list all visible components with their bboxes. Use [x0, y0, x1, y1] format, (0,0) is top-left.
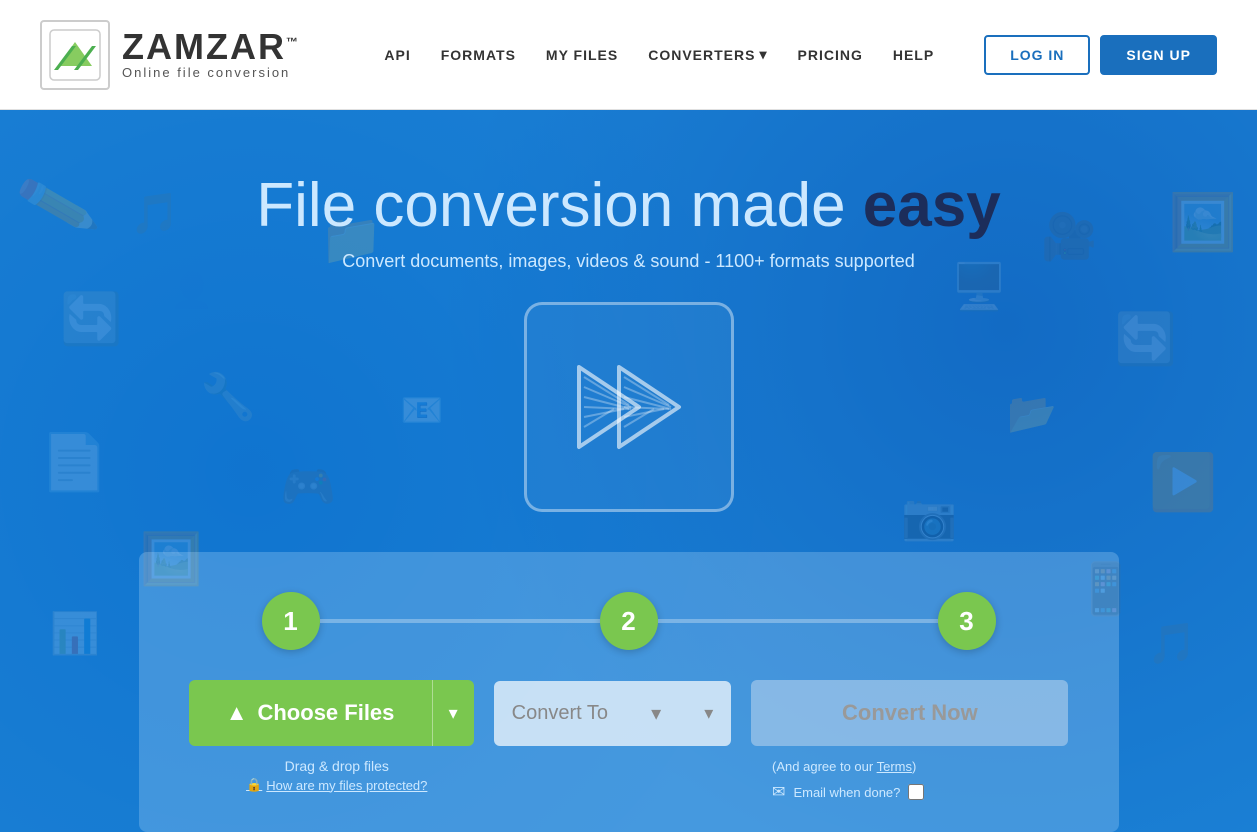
logo-icon [40, 20, 110, 90]
step-1-circle: 1 [262, 592, 320, 650]
convert-now-button[interactable]: Convert Now [751, 680, 1068, 746]
actions-row: ▲ Choose Files ▾ Convert To ▾ Convert No… [189, 680, 1069, 746]
hero-graphic-box [524, 302, 734, 512]
nav-help[interactable]: HELP [893, 47, 934, 63]
steps-row: 1 2 3 [189, 592, 1069, 650]
hero-section: ✏️ 🔄 🎵 📄 🔧 📁 🎮 📧 🖼️ 📊 🖼️ 🔄 🎥 ▶️ 📂 📷 📱 🎵 … [0, 110, 1257, 832]
below-convert-now: (And agree to our Terms) ✉ Email when do… [772, 758, 1068, 802]
logo-text: ZAMZAR™ Online file conversion [122, 29, 300, 80]
header: ZAMZAR™ Online file conversion API FORMA… [0, 0, 1257, 110]
step-2-circle: 2 [600, 592, 658, 650]
convert-to-arrow-icon: ▾ [651, 701, 661, 726]
email-label: Email when done? [793, 785, 900, 800]
below-actions: Drag & drop files 🔒 How are my files pro… [189, 758, 1069, 802]
choose-files-group: ▲ Choose Files ▾ [189, 680, 474, 746]
step-3-circle: 3 [938, 592, 996, 650]
nav-converters[interactable]: CONVERTERS ▾ [648, 46, 767, 63]
auth-buttons: LOG IN SIGN UP [984, 35, 1217, 75]
terms-link[interactable]: Terms [877, 759, 912, 774]
convert-to-group: Convert To ▾ [494, 681, 732, 746]
lock-icon: 🔒 [246, 777, 262, 793]
security-link[interactable]: 🔒 How are my files protected? [246, 777, 427, 793]
conversion-panel: 1 2 3 ▲ Choose Files ▾ Convert To [139, 552, 1119, 832]
upload-icon: ▲ [226, 700, 248, 726]
hero-title: File conversion made easy [256, 170, 1000, 241]
converters-dropdown-icon: ▾ [759, 46, 767, 63]
convert-to-select[interactable]: Convert To ▾ [494, 681, 732, 746]
dropdown-arrow-icon: ▾ [449, 703, 458, 723]
logo-tagline: Online file conversion [122, 65, 300, 80]
hero-subtitle: Convert documents, images, videos & soun… [342, 251, 914, 272]
nav-my-files[interactable]: MY FILES [546, 47, 618, 63]
main-nav: API FORMATS MY FILES CONVERTERS ▾ PRICIN… [384, 35, 1217, 75]
nav-formats[interactable]: FORMATS [441, 47, 516, 63]
drag-drop-text: Drag & drop files [285, 758, 389, 774]
logo-svg [48, 28, 102, 82]
email-row: ✉ Email when done? [772, 782, 1068, 802]
below-choose-files: Drag & drop files 🔒 How are my files pro… [189, 758, 485, 802]
nav-api[interactable]: API [384, 47, 410, 63]
agree-text: (And agree to our Terms) [772, 759, 916, 774]
nav-pricing[interactable]: PRICING [798, 47, 863, 63]
login-button[interactable]: LOG IN [984, 35, 1090, 75]
email-checkbox[interactable] [908, 784, 924, 800]
signup-button[interactable]: SIGN UP [1100, 35, 1217, 75]
choose-files-dropdown-button[interactable]: ▾ [433, 680, 474, 746]
below-convert-to [505, 758, 752, 802]
hero-graphic [524, 302, 734, 512]
logo-name: ZAMZAR™ [122, 29, 300, 65]
step-line-2 [658, 619, 938, 623]
play-arrows-graphic [559, 347, 699, 467]
email-icon: ✉ [772, 782, 785, 802]
logo[interactable]: ZAMZAR™ Online file conversion [40, 20, 300, 90]
choose-files-button[interactable]: ▲ Choose Files [189, 680, 433, 746]
step-line-1 [320, 619, 600, 623]
